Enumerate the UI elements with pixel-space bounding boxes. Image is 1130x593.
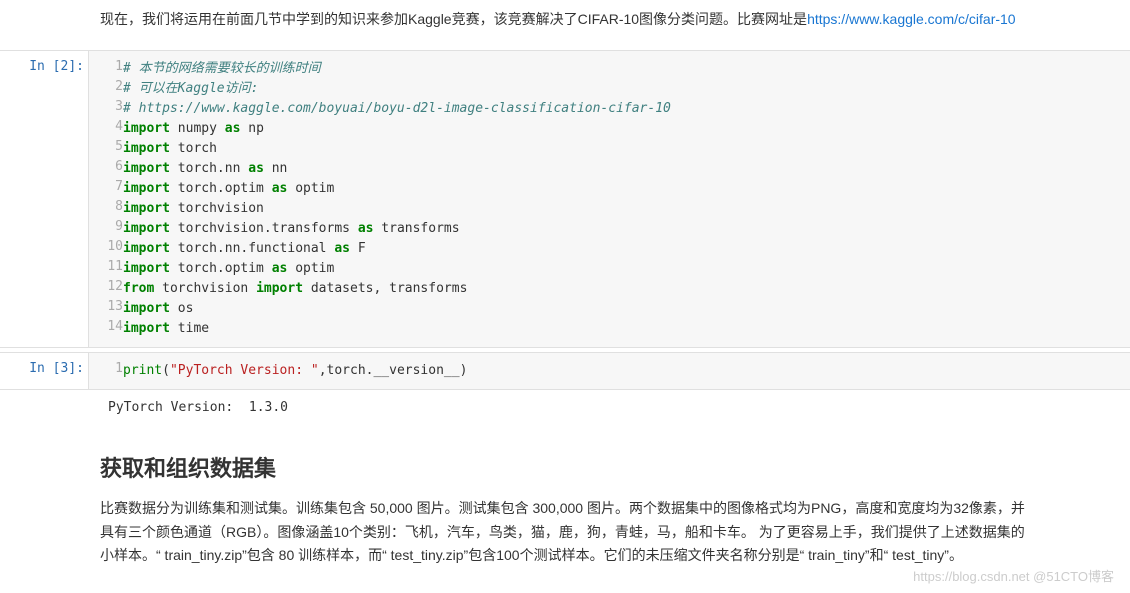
code-line: import torch.nn.functional as F <box>123 239 1130 259</box>
line-number: 3 <box>89 99 123 119</box>
code-line: import os <box>123 299 1130 319</box>
line-number: 4 <box>89 119 123 139</box>
code-line: import torch.optim as optim <box>123 259 1130 279</box>
line-number: 7 <box>89 179 123 199</box>
code-line: import torchvision.transforms as transfo… <box>123 219 1130 239</box>
prompt-1: In [2]: <box>0 51 88 347</box>
line-number: 8 <box>89 199 123 219</box>
line-number: 2 <box>89 79 123 99</box>
code-line: import torch.nn as nn <box>123 159 1130 179</box>
code-line: import torch.optim as optim <box>123 179 1130 199</box>
code-cell-1: In [2]: 1# 本节的网络需要较长的训练时间2# 可以在Kaggle访问:… <box>0 50 1130 348</box>
line-number: 1 <box>89 51 123 79</box>
code-line: import torch <box>123 139 1130 159</box>
line-number: 13 <box>89 299 123 319</box>
line-number: 11 <box>89 259 123 279</box>
line-number: 5 <box>89 139 123 159</box>
code-line: import time <box>123 319 1130 347</box>
intro-link[interactable]: https://www.kaggle.com/c/cifar-10 <box>807 11 1016 27</box>
code-line: # 可以在Kaggle访问: <box>123 79 1130 99</box>
code-line: import numpy as np <box>123 119 1130 139</box>
code-line: # 本节的网络需要较长的训练时间 <box>123 51 1130 79</box>
code-input-1[interactable]: 1# 本节的网络需要较长的训练时间2# 可以在Kaggle访问:3# https… <box>88 51 1130 347</box>
line-number: 10 <box>89 239 123 259</box>
section-body: 比赛数据分为训练集和测试集。训练集包含 50,000 图片。测试集包含 300,… <box>0 489 1130 582</box>
output-2: PyTorch Version: 1.3.0 <box>0 394 1130 421</box>
intro-paragraph: 现在，我们将运用在前面几节中学到的知识来参加Kaggle竞赛，该竞赛解决了CIF… <box>0 0 1130 46</box>
intro-text: 现在，我们将运用在前面几节中学到的知识来参加Kaggle竞赛，该竞赛解决了CIF… <box>100 11 807 27</box>
code-line: print("PyTorch Version: ",torch.__versio… <box>123 353 1130 389</box>
line-number: 14 <box>89 319 123 347</box>
code-cell-2: In [3]: 1print("PyTorch Version: ",torch… <box>0 352 1130 390</box>
code-line: from torchvision import datasets, transf… <box>123 279 1130 299</box>
line-number: 1 <box>89 353 123 389</box>
line-number: 6 <box>89 159 123 179</box>
section-heading: 获取和组织数据集 <box>0 421 1130 489</box>
code-line: # https://www.kaggle.com/boyuai/boyu-d2l… <box>123 99 1130 119</box>
prompt-2: In [3]: <box>0 353 88 389</box>
line-number: 12 <box>89 279 123 299</box>
code-input-2[interactable]: 1print("PyTorch Version: ",torch.__versi… <box>88 353 1130 389</box>
code-line: import torchvision <box>123 199 1130 219</box>
line-number: 9 <box>89 219 123 239</box>
